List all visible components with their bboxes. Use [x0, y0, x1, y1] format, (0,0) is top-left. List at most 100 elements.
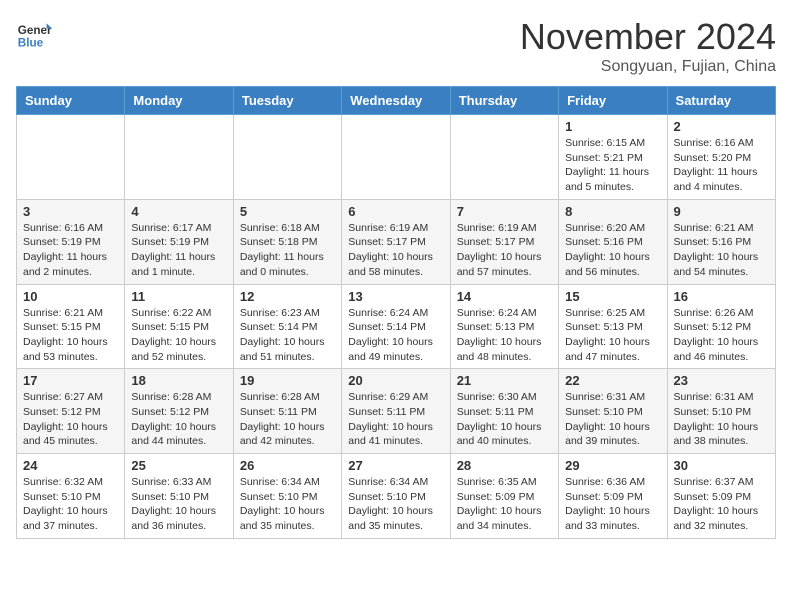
day-info: Sunrise: 6:34 AM Sunset: 5:10 PM Dayligh… [348, 475, 443, 534]
calendar-table: SundayMondayTuesdayWednesdayThursdayFrid… [16, 86, 776, 539]
day-info: Sunrise: 6:24 AM Sunset: 5:14 PM Dayligh… [348, 306, 443, 365]
day-info: Sunrise: 6:35 AM Sunset: 5:09 PM Dayligh… [457, 475, 552, 534]
calendar-cell: 23 Sunrise: 6:31 AM Sunset: 5:10 PM Dayli… [667, 369, 775, 454]
day-number: 11 [131, 289, 226, 304]
calendar-cell: 13Sunrise: 6:24 AM Sunset: 5:14 PM Dayli… [342, 284, 450, 369]
day-number: 10 [23, 289, 118, 304]
day-number: 27 [348, 458, 443, 473]
calendar-week-row: 24 Sunrise: 6:32 AM Sunset: 5:10 PM Dayli… [17, 454, 776, 539]
weekday-header: Sunday [17, 87, 125, 115]
calendar-week-row: 10Sunrise: 6:21 AM Sunset: 5:15 PM Dayli… [17, 284, 776, 369]
day-number: 1 [565, 119, 660, 134]
day-info: Sunrise: 6:23 AM Sunset: 5:14 PM Dayligh… [240, 306, 335, 365]
calendar-cell [342, 115, 450, 200]
day-number: 6 [348, 204, 443, 219]
calendar-cell [17, 115, 125, 200]
svg-text:Blue: Blue [18, 37, 44, 50]
weekday-header: Monday [125, 87, 233, 115]
day-number: 24 [23, 458, 118, 473]
day-info: Sunrise: 6:31 AM Sunset: 5:10 PM Dayligh… [565, 390, 660, 449]
day-number: 9 [674, 204, 769, 219]
day-info: Sunrise: 6:33 AM Sunset: 5:10 PM Dayligh… [131, 475, 226, 534]
month-title: November 2024 [520, 16, 776, 58]
day-info: Sunrise: 6:19 AM Sunset: 5:17 PM Dayligh… [348, 221, 443, 280]
calendar-cell: 29 Sunrise: 6:36 AM Sunset: 5:09 PM Dayli… [559, 454, 667, 539]
day-number: 29 [565, 458, 660, 473]
calendar-cell: 19 Sunrise: 6:28 AM Sunset: 5:11 PM Dayli… [233, 369, 341, 454]
day-info: Sunrise: 6:28 AM Sunset: 5:11 PM Dayligh… [240, 390, 335, 449]
day-number: 14 [457, 289, 552, 304]
day-info: Sunrise: 6:25 AM Sunset: 5:13 PM Dayligh… [565, 306, 660, 365]
day-info: Sunrise: 6:31 AM Sunset: 5:10 PM Dayligh… [674, 390, 769, 449]
day-info: Sunrise: 6:29 AM Sunset: 5:11 PM Dayligh… [348, 390, 443, 449]
day-info: Sunrise: 6:32 AM Sunset: 5:10 PM Dayligh… [23, 475, 118, 534]
calendar-cell: 5 Sunrise: 6:18 AM Sunset: 5:18 PM Daylig… [233, 199, 341, 284]
day-info: Sunrise: 6:17 AM Sunset: 5:19 PM Dayligh… [131, 221, 226, 280]
calendar-cell: 30 Sunrise: 6:37 AM Sunset: 5:09 PM Dayli… [667, 454, 775, 539]
day-number: 4 [131, 204, 226, 219]
day-number: 26 [240, 458, 335, 473]
calendar-cell: 7Sunrise: 6:19 AM Sunset: 5:17 PM Daylig… [450, 199, 558, 284]
weekday-header-row: SundayMondayTuesdayWednesdayThursdayFrid… [17, 87, 776, 115]
day-number: 3 [23, 204, 118, 219]
calendar-cell: 12 Sunrise: 6:23 AM Sunset: 5:14 PM Dayli… [233, 284, 341, 369]
day-info: Sunrise: 6:28 AM Sunset: 5:12 PM Dayligh… [131, 390, 226, 449]
day-number: 23 [674, 373, 769, 388]
day-number: 19 [240, 373, 335, 388]
day-number: 8 [565, 204, 660, 219]
calendar-cell: 6 Sunrise: 6:19 AM Sunset: 5:17 PM Daylig… [342, 199, 450, 284]
calendar-cell: 18 Sunrise: 6:28 AM Sunset: 5:12 PM Dayli… [125, 369, 233, 454]
calendar-cell: 20 Sunrise: 6:29 AM Sunset: 5:11 PM Dayli… [342, 369, 450, 454]
weekday-header: Saturday [667, 87, 775, 115]
calendar-cell: 17 Sunrise: 6:27 AM Sunset: 5:12 PM Dayli… [17, 369, 125, 454]
calendar-cell [450, 115, 558, 200]
calendar-cell: 24 Sunrise: 6:32 AM Sunset: 5:10 PM Dayli… [17, 454, 125, 539]
weekday-header: Wednesday [342, 87, 450, 115]
calendar-cell: 9 Sunrise: 6:21 AM Sunset: 5:16 PM Daylig… [667, 199, 775, 284]
day-number: 21 [457, 373, 552, 388]
day-info: Sunrise: 6:18 AM Sunset: 5:18 PM Dayligh… [240, 221, 335, 280]
calendar-week-row: 1Sunrise: 6:15 AM Sunset: 5:21 PM Daylig… [17, 115, 776, 200]
day-number: 12 [240, 289, 335, 304]
day-info: Sunrise: 6:22 AM Sunset: 5:15 PM Dayligh… [131, 306, 226, 365]
day-info: Sunrise: 6:36 AM Sunset: 5:09 PM Dayligh… [565, 475, 660, 534]
weekday-header: Friday [559, 87, 667, 115]
day-number: 20 [348, 373, 443, 388]
day-info: Sunrise: 6:30 AM Sunset: 5:11 PM Dayligh… [457, 390, 552, 449]
calendar-cell: 15 Sunrise: 6:25 AM Sunset: 5:13 PM Dayli… [559, 284, 667, 369]
calendar-cell: 10Sunrise: 6:21 AM Sunset: 5:15 PM Dayli… [17, 284, 125, 369]
logo-icon: General Blue [16, 16, 52, 52]
day-number: 18 [131, 373, 226, 388]
calendar-cell: 4 Sunrise: 6:17 AM Sunset: 5:19 PM Daylig… [125, 199, 233, 284]
weekday-header: Thursday [450, 87, 558, 115]
page-header: General Blue November 2024 Songyuan, Fuj… [16, 16, 776, 76]
day-number: 25 [131, 458, 226, 473]
day-info: Sunrise: 6:19 AM Sunset: 5:17 PM Dayligh… [457, 221, 552, 280]
calendar-cell: 27 Sunrise: 6:34 AM Sunset: 5:10 PM Dayli… [342, 454, 450, 539]
calendar-cell: 14Sunrise: 6:24 AM Sunset: 5:13 PM Dayli… [450, 284, 558, 369]
day-info: Sunrise: 6:21 AM Sunset: 5:16 PM Dayligh… [674, 221, 769, 280]
location: Songyuan, Fujian, China [520, 58, 776, 76]
calendar-cell: 1Sunrise: 6:15 AM Sunset: 5:21 PM Daylig… [559, 115, 667, 200]
day-info: Sunrise: 6:27 AM Sunset: 5:12 PM Dayligh… [23, 390, 118, 449]
day-number: 5 [240, 204, 335, 219]
logo: General Blue [16, 16, 52, 52]
day-info: Sunrise: 6:34 AM Sunset: 5:10 PM Dayligh… [240, 475, 335, 534]
calendar-week-row: 3 Sunrise: 6:16 AM Sunset: 5:19 PM Daylig… [17, 199, 776, 284]
calendar-cell [125, 115, 233, 200]
day-number: 2 [674, 119, 769, 134]
day-info: Sunrise: 6:37 AM Sunset: 5:09 PM Dayligh… [674, 475, 769, 534]
day-info: Sunrise: 6:26 AM Sunset: 5:12 PM Dayligh… [674, 306, 769, 365]
calendar-cell: 16 Sunrise: 6:26 AM Sunset: 5:12 PM Dayli… [667, 284, 775, 369]
day-info: Sunrise: 6:20 AM Sunset: 5:16 PM Dayligh… [565, 221, 660, 280]
calendar-cell: 22Sunrise: 6:31 AM Sunset: 5:10 PM Dayli… [559, 369, 667, 454]
calendar-cell: 28Sunrise: 6:35 AM Sunset: 5:09 PM Dayli… [450, 454, 558, 539]
day-number: 17 [23, 373, 118, 388]
calendar-cell: 3 Sunrise: 6:16 AM Sunset: 5:19 PM Daylig… [17, 199, 125, 284]
day-number: 15 [565, 289, 660, 304]
day-number: 16 [674, 289, 769, 304]
calendar-cell: 8 Sunrise: 6:20 AM Sunset: 5:16 PM Daylig… [559, 199, 667, 284]
day-number: 30 [674, 458, 769, 473]
day-info: Sunrise: 6:16 AM Sunset: 5:19 PM Dayligh… [23, 221, 118, 280]
calendar-week-row: 17 Sunrise: 6:27 AM Sunset: 5:12 PM Dayli… [17, 369, 776, 454]
